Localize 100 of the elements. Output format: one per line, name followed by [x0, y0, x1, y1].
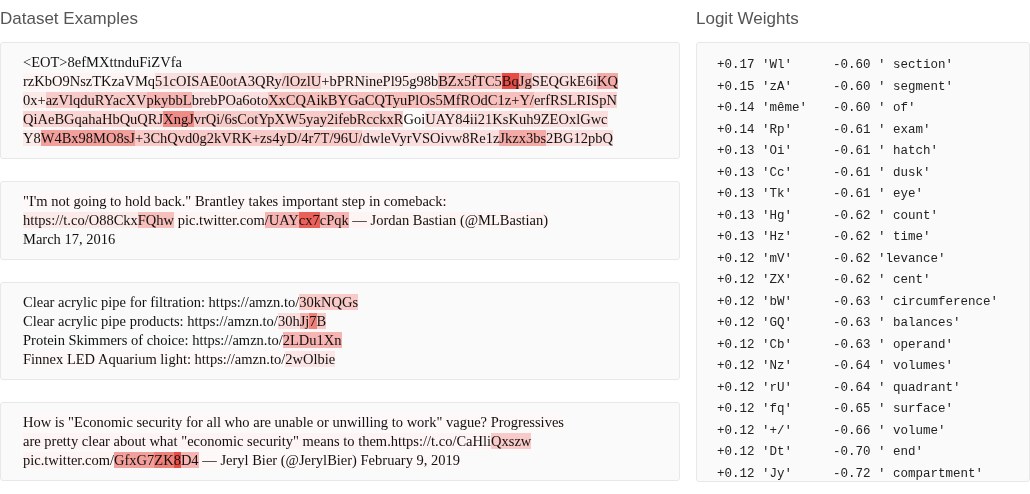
token-label: ' count' — [878, 207, 938, 225]
weight-value: -0.61 — [833, 186, 872, 204]
weight-value: -0.72 — [833, 465, 872, 483]
token-text: "I'm not going to hold back." Brantley takes important step in comeback: — [23, 193, 447, 209]
weight-value: -0.62 — [833, 229, 872, 247]
token-text: D4 — [180, 452, 199, 468]
section-title: Logit Weights — [696, 9, 800, 29]
token-label: 'Jy' — [762, 465, 793, 483]
token-label: 'Oi' — [762, 143, 793, 161]
token-label: ' operand' — [878, 336, 953, 354]
weight-value: -0.64 — [833, 358, 872, 376]
token-text: Goi — [403, 111, 426, 127]
token-label: 'Rp' — [762, 121, 793, 139]
token-text: 2wOlbie — [285, 351, 336, 367]
token-text: 2LDu1Xn — [282, 332, 342, 348]
token-label: ' of' — [878, 100, 916, 118]
token-text: pkybbL — [146, 92, 192, 108]
token-label: ' balances' — [878, 315, 961, 333]
token-label: ' time' — [878, 229, 931, 247]
weight-value: +0.13 — [717, 207, 756, 225]
token-text: March 17, 2016 — [23, 231, 116, 247]
token-label: 'Cc' — [762, 164, 793, 182]
token-text: pic.twitter.com/ — [23, 452, 114, 468]
token-label: ' cent' — [878, 272, 931, 290]
weight-value: +0.12 — [717, 293, 756, 311]
weight-value: +0.13 — [717, 229, 756, 247]
token-label: ' volumes' — [878, 358, 953, 376]
weight-value: +0.12 — [717, 465, 756, 483]
token-text: Clear acrylic pipe products: https://amzn.to/ — [23, 313, 278, 329]
token-label: 'levance' — [878, 250, 946, 268]
token-text: BZx5fTC5 — [438, 73, 502, 89]
token-text: W4Bx98MO8sJ — [40, 130, 135, 146]
weight-value: -0.60 — [833, 78, 872, 96]
token-text: XngJ — [163, 111, 194, 127]
weight-value: -0.63 — [833, 336, 872, 354]
weight-value: -0.62 — [833, 207, 872, 225]
token-label: 'ZX' — [762, 272, 793, 290]
weight-value: -0.64 — [833, 379, 872, 397]
token-text: Y8 — [23, 130, 41, 146]
token-text: — Jordan Bastian (@MLBastian) — [348, 212, 549, 228]
token-text: 0x+ — [23, 92, 46, 108]
token-text: rzKbO9NszTKzaVMq — [23, 73, 156, 89]
token-label: ' dusk' — [878, 164, 931, 182]
token-text: /lOzlU — [281, 73, 322, 89]
weight-value: -0.63 — [833, 315, 872, 333]
weight-value: +0.12 — [717, 272, 756, 290]
token-text: GfxG7 — [114, 452, 155, 468]
token-label: 'Hg' — [762, 207, 793, 225]
token-text: cx7 — [298, 212, 320, 228]
token-text: 8 — [173, 452, 181, 468]
weight-value: -0.62 — [833, 250, 872, 268]
weight-value: -0.65 — [833, 401, 872, 419]
token-text: /UAY — [264, 212, 299, 228]
token-label: 'Nz' — [762, 358, 793, 376]
token-label: 'zA' — [762, 78, 793, 96]
token-text: cPqk — [319, 212, 349, 228]
token-text: Protein Skimmers of choice: https://amzn.to/ — [23, 332, 283, 348]
token-text: dwleVyrVSOivw8Re1z — [362, 130, 500, 146]
weight-value: -0.61 — [833, 143, 872, 161]
weight-value: +0.13 — [717, 143, 756, 161]
token-text: ZK — [154, 452, 174, 468]
weight-value: +0.12 — [717, 379, 756, 397]
weight-value: +0.12 — [717, 422, 756, 440]
token-text: Clear acrylic pipe for filtration: https://amzn.to/ — [23, 294, 300, 310]
token-text: 30h — [277, 313, 300, 329]
token-text: 7 — [309, 313, 317, 329]
weight-value: +0.13 — [717, 186, 756, 204]
weight-value: -0.66 — [833, 422, 872, 440]
token-label: ' volume' — [878, 422, 946, 440]
weight-value: -0.63 — [833, 293, 872, 311]
token-label: 'Cb' — [762, 336, 793, 354]
weight-value: -0.61 — [833, 164, 872, 182]
token-text: 51cOISAE0otA3QRy — [155, 73, 282, 89]
token-text: How is "Economic security for all who are unable or unwilling to work" vague? Progressives — [23, 414, 564, 430]
token-label: 'rU' — [762, 379, 793, 397]
token-text: SEQGkE6i — [531, 73, 597, 89]
token-label: '+/' — [762, 422, 793, 440]
token-text: erfRSLRISpN — [533, 92, 617, 108]
token-text: KQ — [596, 73, 618, 89]
token-text: vrQi/6sCotYpXW5yay2ifebRcckxR — [193, 111, 404, 127]
weight-value: +0.14 — [717, 100, 756, 118]
token-text: are pretty clear about what "economic security" means to them.https://t.co/CaHli — [23, 433, 492, 449]
token-label: 'Wl' — [762, 57, 793, 75]
token-label: ' quadrant' — [878, 379, 961, 397]
weight-value: +0.15 — [717, 78, 756, 96]
token-text: azVlqduRYacXV — [45, 92, 147, 108]
weight-value: +0.12 — [717, 358, 756, 376]
token-text: Qxszw — [491, 433, 532, 449]
token-text: +bPRNinePl95g98b — [321, 73, 439, 89]
token-text: XxCQAikBYGaCQTyuPlOs5MfROdC1z+Y/ — [268, 92, 534, 108]
token-label: ' circumference' — [878, 293, 999, 311]
weight-value: +0.13 — [717, 164, 756, 182]
weight-value: -0.70 — [833, 444, 872, 462]
weight-value: +0.12 — [717, 315, 756, 333]
section-title: Dataset Examples — [0, 9, 139, 29]
token-text: UAY84ii21KsKuh9ZEOxlGwc — [425, 111, 608, 127]
weight-value: +0.17 — [717, 57, 756, 75]
token-label: ' section' — [878, 57, 953, 75]
weight-value: +0.12 — [717, 444, 756, 462]
token-label: 'bW' — [762, 293, 793, 311]
